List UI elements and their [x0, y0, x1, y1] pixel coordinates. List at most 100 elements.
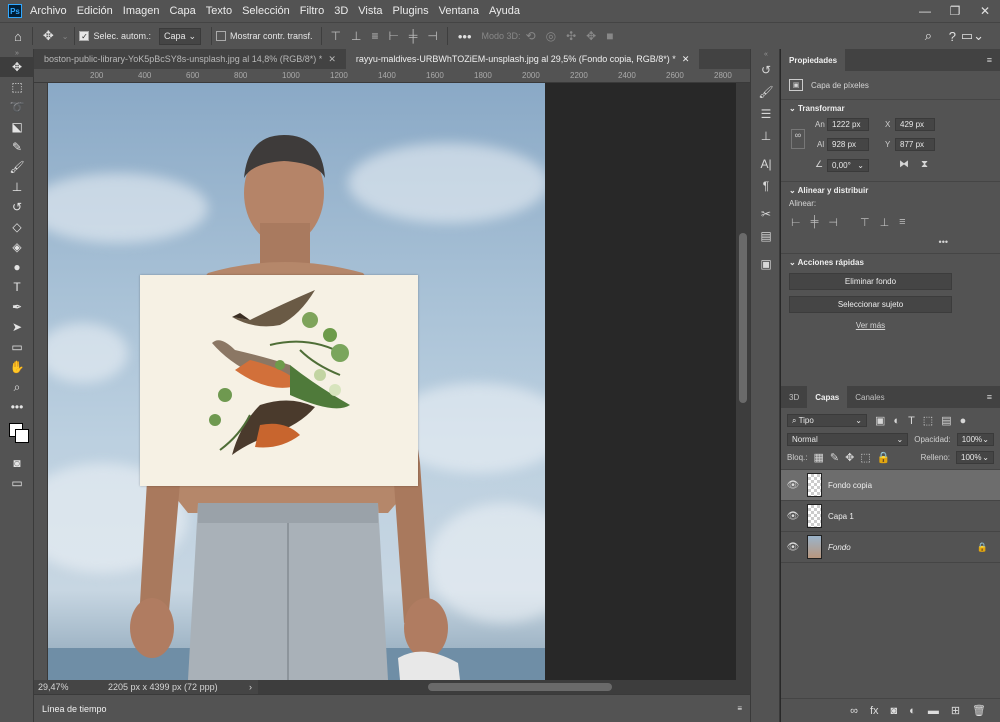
auto-select-dropdown[interactable]: Capa ⌄ — [159, 27, 201, 45]
menu-vista[interactable]: Vista — [358, 5, 382, 17]
tab-properties[interactable]: Propiedades — [781, 49, 846, 71]
clone-source-icon[interactable]: ⊥ — [751, 125, 781, 147]
lock-position-icon[interactable]: ✥ — [845, 451, 854, 464]
x-field[interactable]: 429 px — [895, 118, 935, 131]
character-icon[interactable]: A| — [751, 153, 781, 175]
close-icon[interactable]: ✕ — [970, 4, 1000, 18]
menu-imagen[interactable]: Imagen — [123, 5, 160, 17]
tab-boston-library[interactable]: boston-public-library-YoK5pBcSY8s-unspla… — [34, 49, 346, 69]
align-hcenter-icon[interactable]: ╪ — [404, 29, 423, 43]
quick-mask-icon[interactable]: ◙ — [0, 453, 34, 473]
chevron-right-icon[interactable]: › — [249, 682, 252, 692]
blend-mode-dropdown[interactable]: Normal ⌄ — [787, 433, 909, 446]
layer-filter-dropdown[interactable]: ⌕ Tipo ⌄ — [787, 414, 867, 427]
vertical-scrollbar[interactable] — [736, 83, 750, 680]
menu-edicion[interactable]: Edición — [77, 5, 113, 17]
close-icon[interactable]: ✕ — [682, 54, 690, 65]
menu-filtro[interactable]: Filtro — [300, 5, 324, 17]
layer-name[interactable]: Fondo copia — [828, 481, 872, 490]
height-field[interactable]: 928 px — [827, 138, 869, 151]
lock-pixels-icon[interactable]: ✎ — [830, 451, 839, 464]
align-hcenter-icon[interactable]: ╪ — [811, 216, 819, 229]
select-subject-button[interactable]: Seleccionar sujeto — [789, 296, 952, 313]
visibility-eye-icon[interactable]: 👁 — [781, 542, 805, 553]
filter-adjustment-icon[interactable]: ◐ — [893, 415, 900, 427]
auto-select-checkbox[interactable]: ✓ — [79, 31, 90, 41]
filter-smart-icon[interactable]: ▤ — [941, 414, 951, 427]
layer-row[interactable]: 👁 Fondo 🔒 — [781, 532, 1000, 563]
visibility-eye-icon[interactable]: 👁 — [781, 511, 805, 522]
brush-tool[interactable]: 🖌 — [0, 157, 34, 177]
width-field[interactable]: 1222 px — [827, 118, 869, 131]
eyedropper-tool[interactable]: ✎ — [0, 137, 34, 157]
maximize-icon[interactable]: ❐ — [940, 4, 970, 18]
pen-tool[interactable]: ✒ — [0, 297, 34, 317]
panel-menu-icon[interactable]: ≡ — [987, 392, 1000, 402]
tab-maldives[interactable]: rayyu-maldives-URBWhTOZiEM-unsplash.jpg … — [345, 49, 700, 69]
new-layer-icon[interactable]: ⊞ — [951, 704, 960, 717]
menu-ventana[interactable]: Ventana — [439, 5, 479, 17]
workspace-icon[interactable]: ▭⌄ — [955, 28, 990, 44]
align-section-header[interactable]: ⌄ Alinear y distribuir — [781, 181, 1000, 199]
align-bottom-icon[interactable]: ≡ — [899, 216, 905, 229]
brush-settings-icon[interactable]: 🖌 — [751, 81, 781, 103]
type-tool[interactable]: T — [0, 277, 34, 297]
layer-row[interactable]: 👁 Fondo copia — [781, 470, 1000, 501]
new-group-icon[interactable]: ▬ — [928, 705, 939, 717]
orbit-3d-icon[interactable]: ⟲ — [521, 29, 541, 43]
tools-icon[interactable]: ✂ — [751, 203, 781, 225]
align-right-icon[interactable]: ⊣ — [828, 216, 838, 229]
adjustments-icon[interactable]: ☰ — [751, 103, 781, 125]
panel-menu-icon[interactable]: ≡ — [987, 55, 1000, 65]
actions-icon[interactable]: ▣ — [751, 253, 781, 275]
filter-pixel-icon[interactable]: ▣ — [875, 414, 885, 427]
slide-3d-icon[interactable]: ✥ — [581, 29, 601, 43]
visibility-eye-icon[interactable]: 👁 — [781, 480, 805, 491]
transform-section-header[interactable]: ⌄ Transformar — [781, 100, 1000, 117]
y-field[interactable]: 877 px — [895, 138, 935, 151]
home-icon[interactable]: ⌂ — [8, 29, 28, 44]
paint-bucket-tool[interactable]: ◈ — [0, 237, 34, 257]
eraser-tool[interactable]: ◇ — [0, 217, 34, 237]
align-vcenter-icon[interactable]: ⊥ — [880, 216, 890, 229]
rectangle-tool[interactable]: ▭ — [0, 337, 34, 357]
vertical-scroll-thumb[interactable] — [739, 233, 747, 403]
menu-seleccion[interactable]: Selección — [242, 5, 290, 17]
lasso-tool[interactable]: ➰ — [0, 97, 34, 117]
add-mask-icon[interactable]: ◙ — [891, 705, 898, 717]
move-tool[interactable]: ✥ — [0, 57, 34, 77]
filter-type-icon[interactable]: T — [908, 415, 915, 427]
align-top-icon[interactable]: ⊤ — [860, 216, 870, 229]
see-more-link[interactable]: Ver más — [789, 321, 952, 330]
panel-menu-icon[interactable]: ≡ — [737, 704, 742, 713]
background-color[interactable] — [15, 429, 29, 443]
history-brush-tool[interactable]: ↺ — [0, 197, 34, 217]
hand-tool[interactable]: ✋ — [0, 357, 34, 377]
delete-layer-icon[interactable]: 🗑 — [972, 704, 986, 717]
lock-artboard-icon[interactable]: ⬚ — [860, 451, 870, 464]
align-left-icon[interactable]: ⊢ — [791, 216, 801, 229]
history-panel-icon[interactable]: ↺ — [751, 59, 781, 81]
more-options-icon[interactable]: ••• — [452, 29, 478, 44]
screen-mode-icon[interactable]: ▭ — [0, 473, 34, 493]
menu-ayuda[interactable]: Ayuda — [489, 5, 520, 17]
align-top-icon[interactable]: ⊤ — [326, 29, 346, 43]
scale-3d-icon[interactable]: ■ — [601, 29, 618, 43]
horizontal-scrollbar[interactable] — [258, 680, 750, 694]
canvas-photo[interactable] — [48, 83, 545, 680]
zoom-level[interactable]: 29,47% — [38, 682, 98, 692]
menu-3d[interactable]: 3D — [334, 5, 348, 17]
close-icon[interactable]: ✕ — [328, 54, 336, 65]
align-bottom-icon[interactable]: ≡ — [366, 29, 383, 43]
tab-layers[interactable]: Capas — [807, 386, 848, 408]
horizontal-scroll-thumb[interactable] — [428, 683, 612, 691]
menu-archivo[interactable]: Archivo — [30, 5, 67, 17]
filter-shape-icon[interactable]: ⬚ — [923, 414, 933, 427]
layer-row[interactable]: 👁 Capa 1 — [781, 501, 1000, 532]
align-right-icon[interactable]: ⊣ — [422, 29, 442, 43]
zoom-tool[interactable]: ⌕ — [0, 377, 34, 397]
minimize-icon[interactable]: — — [910, 4, 940, 18]
opacity-field[interactable]: 100% ⌄ — [956, 433, 994, 446]
layer-name[interactable]: Fondo — [828, 543, 851, 552]
fill-field[interactable]: 100% ⌄ — [956, 451, 994, 464]
